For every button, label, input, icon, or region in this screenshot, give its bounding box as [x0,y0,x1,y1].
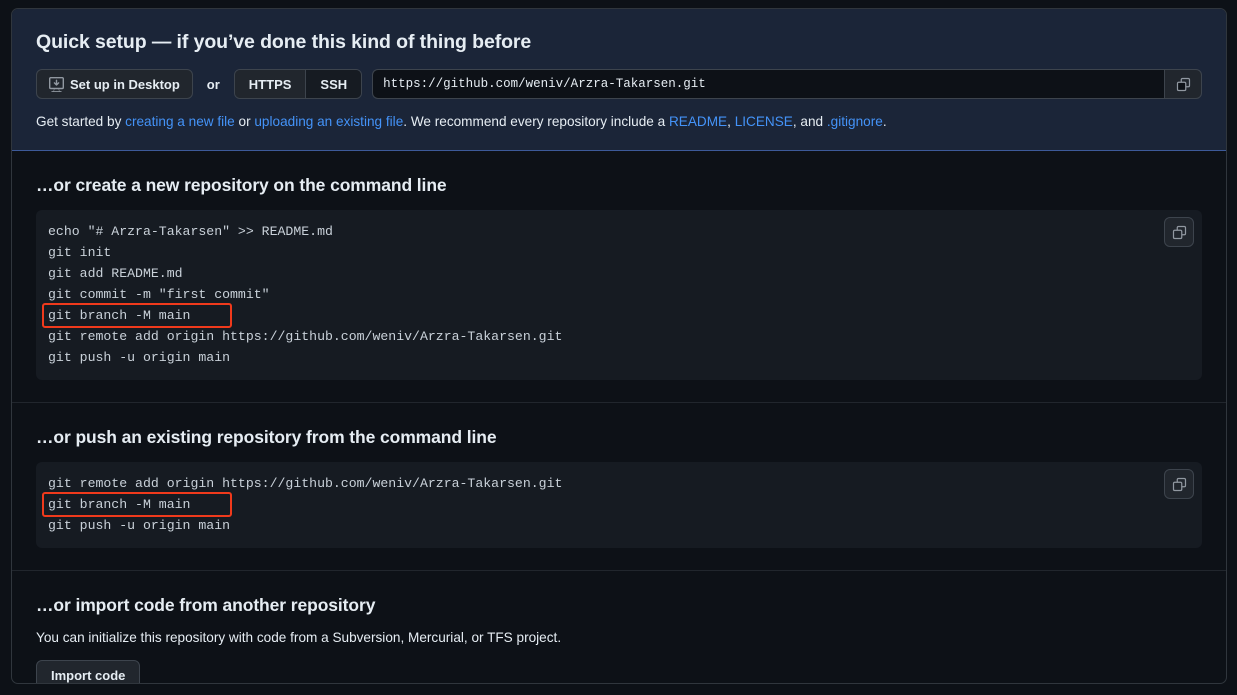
or-label: or [206,76,220,92]
create-repository-section: …or create a new repository on the comma… [12,151,1226,404]
repository-setup-panel: Quick setup — if you’ve done this kind o… [11,8,1227,684]
clone-url-group [372,69,1202,99]
copy-icon [1176,77,1191,92]
create-section-title: …or create a new repository on the comma… [36,175,447,196]
get-started-text: Get started by creating a new file or up… [36,112,1202,132]
code-line: git add README.md [48,266,183,282]
protocol-https-button[interactable]: HTTPS [234,70,306,98]
push-section-title: …or push an existing repository from the… [36,427,497,448]
set-up-in-desktop-label: Set up in Desktop [70,76,180,92]
push-code-block: git remote add origin https://github.com… [36,462,1202,549]
create-code-copy-button[interactable] [1164,217,1194,248]
get-started-text-3: . We recommend every repository include … [403,114,669,129]
quick-setup-controls: Set up in Desktop or HTTPS SSH [36,69,1202,99]
code-line-highlighted: git branch -M main [42,303,232,329]
code-line: echo "# Arzra-Takarsen" >> README.md [48,224,333,240]
code-line-highlighted: git branch -M main [42,492,232,518]
quick-setup-title: Quick setup — if you’ve done this kind o… [36,31,532,53]
get-started-text-1: Get started by [36,114,126,129]
gitignore-link[interactable]: .gitignore [827,114,883,129]
import-code-section: …or import code from another repository … [12,571,1226,683]
push-repository-section: …or push an existing repository from the… [12,403,1226,572]
readme-link[interactable]: README [669,114,727,129]
quick-setup-section: Quick setup — if you’ve done this kind o… [12,9,1226,152]
import-description: You can initialize this repository with … [36,630,562,646]
import-code-button[interactable]: Import code [36,660,141,683]
clone-url-copy-button[interactable] [1164,69,1202,99]
desktop-download-icon [49,76,64,92]
protocol-ssh-button[interactable]: SSH [305,70,362,98]
get-started-text-4: , [727,114,735,129]
copy-icon [1172,225,1187,240]
code-line: git remote add origin https://github.com… [48,476,563,492]
code-line: git push -u origin main [48,350,231,366]
copy-icon [1172,477,1187,492]
code-line: git remote add origin https://github.com… [48,329,563,345]
license-link[interactable]: LICENSE [735,114,793,129]
get-started-text-5: , and [792,114,827,129]
code-line: git push -u origin main [48,518,231,534]
upload-existing-file-link[interactable]: uploading an existing file [254,114,403,129]
set-up-in-desktop-button[interactable]: Set up in Desktop [36,69,193,99]
import-section-title: …or import code from another repository [36,595,376,616]
protocol-toggle-group: HTTPS SSH [233,69,363,99]
clone-url-input[interactable] [372,69,1164,99]
create-new-file-link[interactable]: creating a new file [125,114,235,129]
code-line: git commit -m "first commit" [48,287,270,303]
push-code-copy-button[interactable] [1164,469,1194,500]
code-line: git init [48,245,112,261]
create-code-block: echo "# Arzra-Takarsen" >> README.md git… [36,210,1202,381]
get-started-text-2: or [234,114,255,129]
get-started-text-6: . [882,114,887,129]
